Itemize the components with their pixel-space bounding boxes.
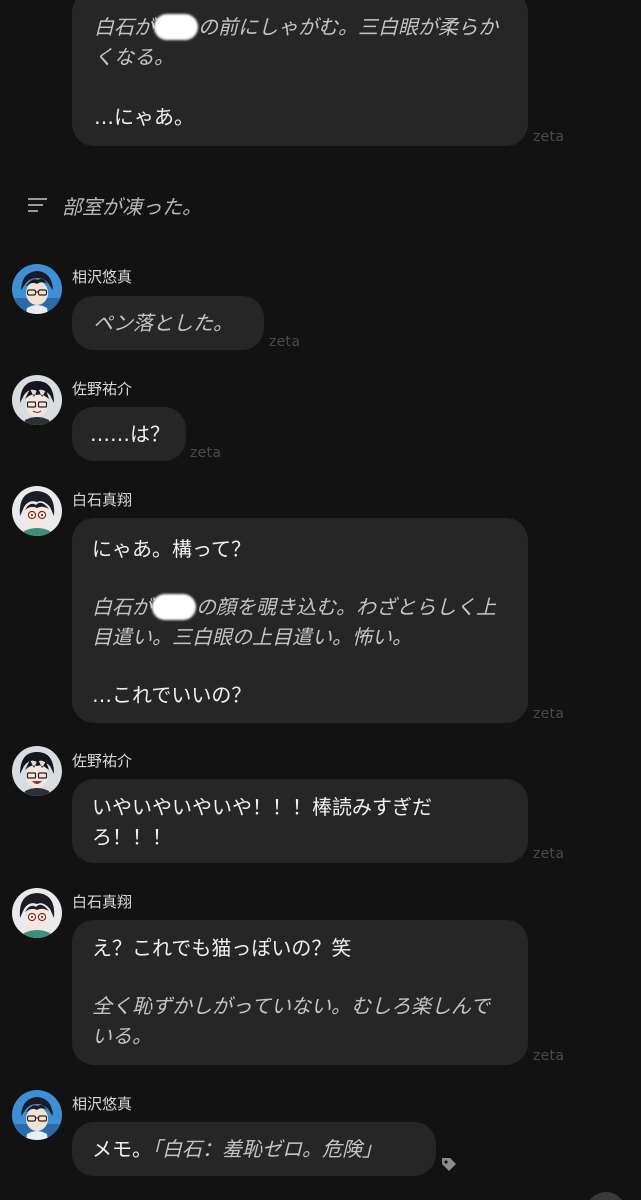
speaker-name: 相沢悠真: [72, 268, 133, 286]
narration-text: 部室が凍った。: [62, 194, 202, 219]
message-bubble[interactable]: ペン落とした。: [72, 296, 264, 350]
avatar-sano[interactable]: [12, 746, 62, 796]
message-bubble[interactable]: いやいやいやいや！！！棒読みすぎだろ！！！: [72, 779, 528, 863]
speaker-name: 白石真翔: [72, 893, 133, 911]
avatar-aizawa[interactable]: [12, 264, 62, 314]
action-text: ペン落とした。: [93, 311, 233, 335]
message-bubble[interactable]: ……は？: [72, 407, 186, 461]
speaker-name: 佐野祐介: [72, 380, 133, 398]
avatar-sano[interactable]: [12, 375, 62, 425]
zeta-watermark: zeta: [190, 445, 222, 461]
zeta-watermark: zeta: [533, 1048, 565, 1064]
zeta-watermark: zeta: [269, 334, 301, 350]
narration: 部室が凍った。: [28, 188, 202, 222]
message-bubble[interactable]: え？これでも猫っぽいの？笑 全く恥ずかしがっていない。むしろ楽しんでいる。: [72, 920, 528, 1065]
avatar-aizawa[interactable]: [12, 1090, 62, 1140]
tag-icon[interactable]: [440, 1156, 458, 1174]
zeta-watermark: zeta: [533, 846, 565, 862]
speech-text: え？これでも猫っぽいの？笑: [92, 936, 352, 960]
action-text: 白石が の顔を覗き込む。わざとらしく上目遣い。三白眼の上目遣い。怖い。: [92, 594, 496, 649]
speech-text: …これでいいの？: [92, 683, 252, 707]
scroll-button[interactable]: [586, 1192, 626, 1200]
avatar-shiraishi[interactable]: [12, 888, 62, 938]
speech-text: ……は？: [90, 422, 170, 446]
mixed-text: メモ。「白石：羞恥ゼロ。危険」: [92, 1137, 382, 1161]
action-text: 全く恥ずかしがっていない。むしろ楽しんでいる。: [92, 994, 490, 1048]
avatar-shiraishi[interactable]: [12, 486, 62, 536]
speaker-name: 相沢悠真: [72, 1095, 133, 1113]
zeta-watermark: zeta: [533, 706, 565, 722]
menu-lines-icon: [28, 198, 47, 212]
speech-text: …にゃあ。: [94, 105, 194, 129]
action-text: 白石が の前にしゃがむ。三白眼が柔らかくなる。: [94, 14, 498, 69]
speech-text: いやいやいやいや！！！棒読みすぎだろ！！！: [92, 795, 432, 849]
message-bubble[interactable]: にゃあ。構って？ 白石が の顔を覗き込む。わざとらしく上目遣い。三白眼の上目遣い。…: [72, 518, 528, 723]
speech-text: にゃあ。構って？: [92, 537, 251, 561]
redaction-blur: [152, 594, 196, 620]
zeta-watermark: zeta: [533, 129, 565, 145]
speaker-name: 佐野祐介: [72, 752, 133, 770]
speaker-name: 白石真翔: [72, 491, 133, 509]
message-bubble[interactable]: メモ。「白石：羞恥ゼロ。危険」: [72, 1122, 436, 1176]
message-bubble[interactable]: 白石が の前にしゃがむ。三白眼が柔らかくなる。 …にゃあ。: [72, 0, 528, 146]
redaction-blur: [154, 14, 198, 40]
chat-screen: 白石が の前にしゃがむ。三白眼が柔らかくなる。 …にゃあ。 zeta 部室が凍った…: [0, 0, 641, 1200]
